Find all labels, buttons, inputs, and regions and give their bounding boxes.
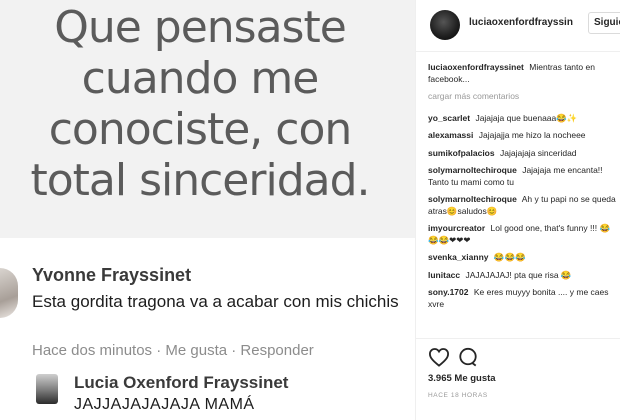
comment-username[interactable]: imyourcreator: [428, 223, 485, 233]
load-more-comments-link[interactable]: cargar más comentarios: [428, 91, 618, 103]
post-sidebar: luciaoxenfordfrayssin Siguie luciaoxenfo…: [415, 0, 620, 420]
comment-icon[interactable]: [458, 347, 478, 367]
list-item: solymarnoltechiroque Jajajaja me encanta…: [428, 165, 618, 188]
list-item: alexamassi Jajajajja me hizo la nocheee: [428, 130, 618, 142]
author-username[interactable]: luciaoxenfordfrayssin: [469, 17, 573, 28]
list-item: svenka_xianny 😂😂😂: [428, 252, 618, 264]
comment-username[interactable]: luciaoxenfordfrayssinet: [428, 62, 524, 72]
quote-line: total sinceridad.: [30, 155, 370, 206]
comment-text: 😂😂😂: [493, 252, 526, 262]
avatar: [36, 374, 58, 404]
avatar[interactable]: [430, 10, 460, 40]
quote-panel: Que pensaste cuando me conociste, con to…: [0, 0, 415, 238]
comment-username[interactable]: sumikofpalacios: [428, 148, 495, 158]
fb-comment-text: Esta gordita tragona va a acabar con mis…: [32, 292, 399, 311]
comment-username[interactable]: alexamassi: [428, 130, 473, 140]
comment-username[interactable]: solymarnoltechiroque: [428, 165, 517, 175]
list-item: solymarnoltechiroque Ah y tu papi no se …: [428, 194, 618, 217]
comment-list: luciaoxenfordfrayssinet Mientras tanto e…: [428, 62, 618, 316]
post-header: luciaoxenfordfrayssin Siguie: [416, 0, 620, 52]
comment-text: Jajajaja que buenaaa😂✨: [475, 112, 578, 123]
post-timestamp: HACE 18 HORAS: [428, 392, 488, 399]
comment-username[interactable]: yo_scarlet: [428, 113, 470, 123]
comment-text: JAJAJAJAJ! pta que risa 😂: [465, 269, 572, 280]
quote-text: Que pensaste cuando me conociste, con to…: [0, 2, 400, 206]
caption: luciaoxenfordfrayssinet Mientras tanto e…: [428, 62, 618, 85]
fb-comment-meta: Hace dos minutos · Me gusta · Responder: [32, 342, 314, 359]
comment-username[interactable]: lunitacc: [428, 270, 460, 280]
post-actions: 3.965 Me gusta HACE 18 HORAS: [416, 338, 620, 420]
fb-commenter-name: Lucia Oxenford Frayssinet: [74, 373, 289, 392]
fb-comment-text: JAJJAJAJAJAJA MAMÁ: [74, 396, 255, 413]
heart-icon[interactable]: [428, 347, 450, 367]
quote-line: cuando me: [81, 53, 320, 104]
follow-button[interactable]: Siguie: [588, 12, 620, 34]
list-item: yo_scarlet Jajajaja que buenaaa😂✨: [428, 113, 618, 125]
quote-line: conociste, con: [48, 104, 353, 155]
fb-commenter-name: Yvonne Frayssinet: [32, 265, 192, 285]
comment-text: Jajajajja me hizo la nocheee: [478, 130, 586, 140]
list-item: imyourcreator Lol good one, that's funny…: [428, 223, 618, 246]
quote-line: Que pensaste: [54, 2, 347, 53]
list-item: lunitacc JAJAJAJAJ! pta que risa 😂: [428, 270, 618, 282]
comment-username[interactable]: sony.1702: [428, 287, 468, 297]
like-count[interactable]: 3.965 Me gusta: [428, 373, 496, 384]
post-image[interactable]: Que pensaste cuando me conociste, con to…: [0, 0, 415, 420]
comment-username[interactable]: svenka_xianny: [428, 252, 488, 262]
comment-text: Jajajajaja sinceridad: [499, 147, 577, 158]
comment-username[interactable]: solymarnoltechiroque: [428, 194, 517, 204]
list-item: sumikofpalacios Jajajajaja sinceridad: [428, 148, 618, 160]
list-item: sony.1702 Ke eres muyyy bonita .... y me…: [428, 287, 618, 310]
